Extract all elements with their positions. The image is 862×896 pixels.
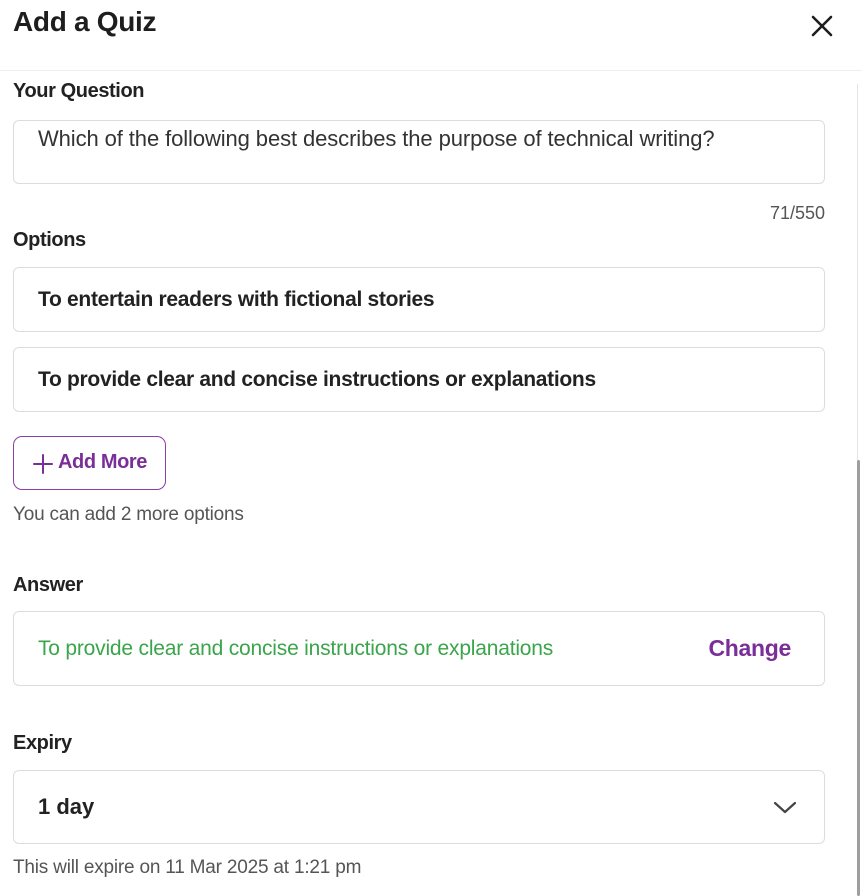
option-input-2[interactable]: To provide clear and concise instruction…: [13, 347, 825, 412]
question-input[interactable]: Which of the following best describes th…: [13, 120, 825, 184]
options-label: Options: [13, 229, 86, 251]
option-input-1[interactable]: To entertain readers with fictional stor…: [13, 267, 825, 332]
chevron-down-icon: [773, 801, 797, 814]
option-input-2-value: To provide clear and concise instruction…: [38, 368, 596, 391]
add-quiz-dialog: Add a Quiz Your Question Which of the fo…: [0, 0, 862, 896]
scrollbar-thumb[interactable]: [857, 460, 860, 896]
close-icon: [811, 15, 833, 37]
expiry-hint: This will expire on 11 Mar 2025 at 1:21 …: [13, 857, 362, 878]
close-button[interactable]: [806, 10, 838, 42]
expiry-label: Expiry: [13, 732, 72, 754]
add-more-label: Add More: [58, 451, 148, 473]
plus-icon: [33, 454, 53, 474]
dialog-header: Add a Quiz: [0, 0, 862, 71]
options-hint: You can add 2 more options: [13, 504, 244, 525]
add-more-button[interactable]: Add More: [13, 436, 166, 490]
question-input-value: Which of the following best describes th…: [38, 126, 715, 151]
question-char-counter: 71/550: [769, 203, 825, 223]
change-answer-button[interactable]: Change: [708, 612, 791, 685]
scrollbar-track-line: [857, 84, 858, 460]
answer-label: Answer: [13, 574, 83, 596]
expiry-selected-value: 1 day: [38, 794, 95, 819]
expiry-select[interactable]: 1 day: [13, 770, 825, 844]
dialog-title: Add a Quiz: [13, 6, 157, 37]
answer-field: To provide clear and concise instruction…: [13, 611, 825, 686]
answer-value: To provide clear and concise instruction…: [38, 637, 554, 660]
question-label: Your Question: [13, 80, 145, 102]
option-input-1-value: To entertain readers with fictional stor…: [38, 288, 435, 311]
